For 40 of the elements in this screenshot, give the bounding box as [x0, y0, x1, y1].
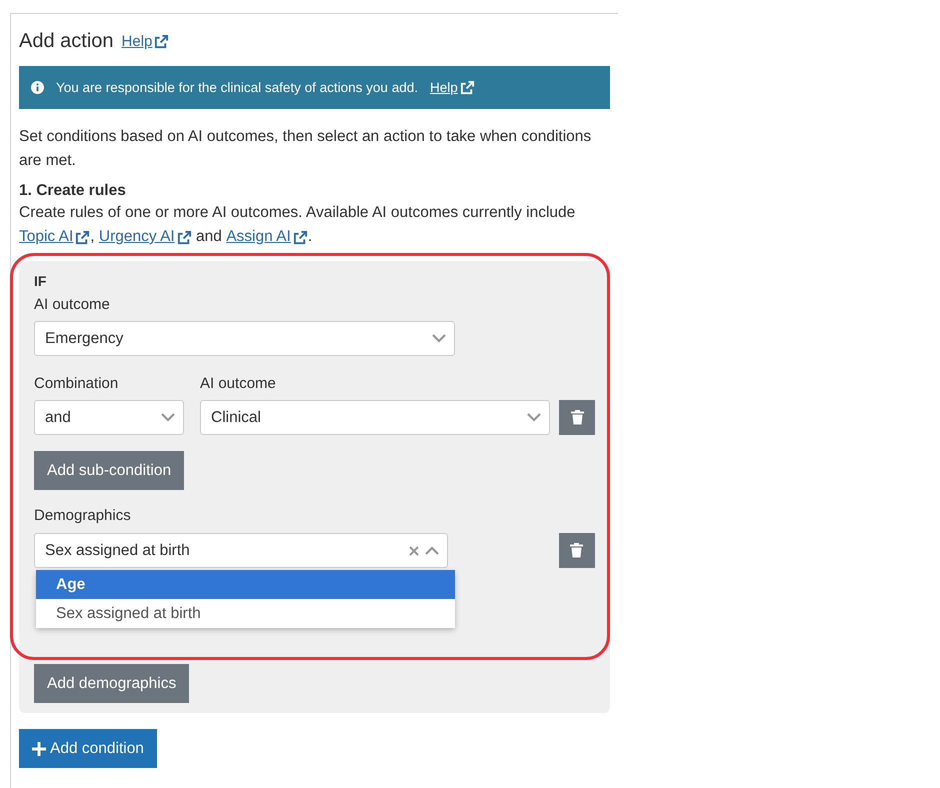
chevron-down-icon	[432, 334, 446, 343]
chevron-down-icon	[161, 413, 175, 422]
outcome-link[interactable]: Urgency AI	[98, 225, 192, 249]
trash-icon	[570, 543, 584, 558]
demographics-select[interactable]: Sex assigned at birth	[34, 533, 448, 568]
info-icon	[31, 81, 44, 94]
help-link[interactable]: Help	[430, 80, 475, 95]
field-label: Demographics	[34, 506, 132, 526]
delete-button[interactable]	[558, 533, 595, 568]
field-label: AI outcome	[200, 374, 277, 394]
combination-select[interactable]: and	[34, 400, 184, 435]
page-title: Add action	[19, 30, 114, 52]
chevron-up-icon	[425, 546, 440, 555]
external-link-icon	[292, 230, 308, 244]
outcome-select[interactable]: Emergency	[34, 321, 455, 356]
dropdown-option[interactable]: Age	[36, 570, 455, 599]
field-label: Combination	[34, 374, 120, 394]
add-condition-button[interactable]: Add condition	[19, 729, 157, 768]
external-link-icon	[460, 80, 475, 95]
intro-text: Set conditions based on AI outcomes, then select an action to take when conditions are met.	[19, 127, 592, 171]
delete-button[interactable]	[559, 400, 595, 435]
section-heading: 1. Create rules	[19, 181, 127, 201]
field-label: AI outcome	[34, 295, 111, 315]
outcome-link[interactable]: Assign AI	[226, 225, 308, 249]
external-link-icon	[176, 230, 192, 244]
section-description: Create rules of one or more AI outcomes. Available AI outcomes currently include Topic AI , Urgency AI and Assign AI .	[19, 201, 610, 249]
trash-icon	[570, 410, 584, 425]
plus-icon	[32, 742, 46, 756]
add-demographics-button[interactable]: Add demographics	[34, 664, 190, 703]
chevron-down-icon	[527, 413, 541, 422]
dropdown-option[interactable]: Sex assigned at birth	[36, 599, 455, 628]
banner-text: You are responsible for the clinical safety of actions you add.	[56, 80, 418, 95]
condition-title: IF	[34, 273, 48, 289]
add-sub-condition-button[interactable]: Add sub-condition	[34, 451, 184, 490]
external-link-icon	[154, 34, 170, 48]
external-link-icon	[75, 230, 90, 244]
help-link[interactable]: Help	[122, 32, 170, 50]
outcome-link[interactable]: Topic AI	[19, 225, 90, 249]
clear-icon[interactable]	[409, 546, 420, 556]
outcome-select[interactable]: Clinical	[200, 400, 550, 435]
